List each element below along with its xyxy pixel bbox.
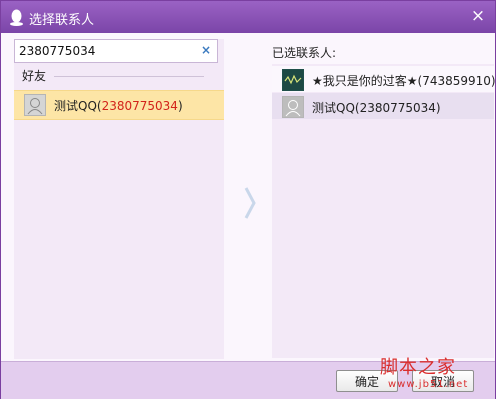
group-label: 好友 <box>22 69 47 83</box>
search-result-row[interactable]: 测试QQ(2380775034) <box>14 90 224 120</box>
close-icon[interactable]: × <box>469 7 487 25</box>
group-header-friends[interactable]: 好友 <box>22 67 212 83</box>
default-avatar-icon <box>282 96 304 118</box>
select-contacts-dialog: 选择联系人 × × 好友 测试QQ(2380775034) 已选联系人: <box>0 0 496 399</box>
user-avatar-icon <box>282 69 304 91</box>
selected-contact-row[interactable]: 测试QQ(2380775034) <box>272 93 494 119</box>
window-title: 选择联系人 <box>29 13 95 28</box>
selected-contact-name: ★我只是你的过客★(743859910) <box>312 74 496 88</box>
selected-contacts-panel: ★我只是你的过客★(743859910) 测试QQ(2380775034) <box>272 64 496 358</box>
group-divider <box>54 76 204 77</box>
friends-panel: × 好友 测试QQ(2380775034) <box>14 39 224 359</box>
contact-name: 测试QQ(2380775034) <box>54 99 183 113</box>
matched-id: 2380775034 <box>101 99 178 113</box>
selected-contact-row[interactable]: ★我只是你的过客★(743859910) <box>272 66 496 92</box>
default-avatar-icon <box>24 94 46 116</box>
clear-search-icon[interactable]: × <box>199 43 213 57</box>
selected-contact-name: 测试QQ(2380775034) <box>312 101 441 115</box>
site-watermark: 脚本之家 www.jb51.net <box>376 349 494 397</box>
chevron-right-icon[interactable] <box>241 186 259 220</box>
qq-penguin-icon <box>10 9 23 26</box>
titlebar: 选择联系人 × <box>1 1 495 33</box>
search-input[interactable] <box>19 43 195 58</box>
search-box[interactable]: × <box>14 39 218 63</box>
selected-contacts-title: 已选联系人: <box>272 46 337 60</box>
watermark-url: www.jb51.net <box>388 379 469 390</box>
watermark-title: 脚本之家 <box>380 357 456 378</box>
